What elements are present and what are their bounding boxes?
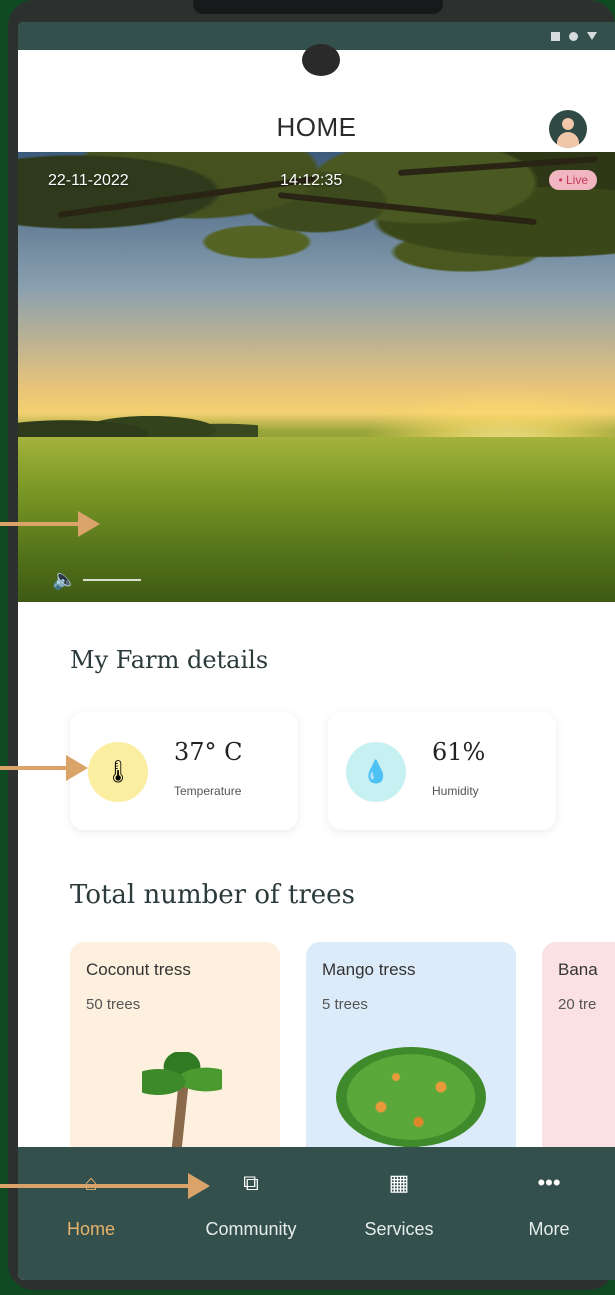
nav-services[interactable]: ▦ Services xyxy=(334,1167,464,1240)
nav-label: Home xyxy=(66,1219,115,1239)
tree-card-banana[interactable]: Bana 20 tre xyxy=(542,942,615,1182)
trees-heading: Total number of trees xyxy=(70,880,355,910)
tree-name: Coconut tress xyxy=(86,960,191,979)
signal-icon xyxy=(569,31,578,41)
humidity-card[interactable]: 💧 61% Humidity xyxy=(328,712,556,830)
humidity-value: 61% xyxy=(432,738,486,766)
phone-notch xyxy=(193,0,443,14)
live-video-feed[interactable]: 22-11-2022 14:12:35 • Live 🔈 xyxy=(18,152,615,602)
live-badge: • Live xyxy=(549,170,597,190)
thermometer-icon: 🌡 xyxy=(88,742,148,802)
tree-name: Mango tress xyxy=(322,960,416,979)
temperature-label: Temperature xyxy=(174,784,242,798)
avatar-body xyxy=(557,132,579,148)
volume-slider[interactable] xyxy=(82,578,141,581)
app-screen: HOME 22-11-2022 14:12:35 • Live 🔈 My Far… xyxy=(18,22,615,1280)
wifi-icon xyxy=(587,32,597,40)
battery-icon xyxy=(551,31,560,41)
palm-tree-icon xyxy=(142,1052,222,1102)
volume-control[interactable]: 🔈 xyxy=(52,567,141,592)
tree-count: 20 tre xyxy=(558,996,597,1013)
nav-home[interactable]: ⌂ Home xyxy=(26,1167,156,1240)
nav-label: More xyxy=(528,1219,570,1239)
annotation-arrow xyxy=(0,511,100,537)
nav-more[interactable]: ••• More xyxy=(484,1167,614,1240)
tree-card-coconut[interactable]: Coconut tress 50 trees xyxy=(70,942,280,1182)
tree-name: Bana xyxy=(558,960,598,979)
home-icon: ⌂ xyxy=(84,1170,98,1195)
tree-count: 50 trees xyxy=(86,996,141,1013)
store-icon: ▦ xyxy=(388,1170,410,1195)
mango-tree-icon xyxy=(336,1047,486,1147)
humidity-label: Humidity xyxy=(432,784,479,798)
water-drop-icon: 💧 xyxy=(346,742,406,802)
front-camera xyxy=(302,44,340,76)
nav-label: Services xyxy=(364,1219,434,1239)
feed-time: 14:12:35 xyxy=(280,172,343,189)
bottom-navigation: ⌂ Home ⧉ Community ▦ Services ••• More xyxy=(18,1147,615,1280)
phone-frame: HOME 22-11-2022 14:12:35 • Live 🔈 My Far… xyxy=(8,0,615,1290)
live-label: Live xyxy=(565,173,588,187)
avatar-head xyxy=(562,118,574,130)
speaker-icon[interactable]: 🔈 xyxy=(52,567,77,592)
tree-card-mango[interactable]: Mango tress 5 trees xyxy=(306,942,516,1182)
temperature-card[interactable]: 🌡 37° C Temperature xyxy=(70,712,298,830)
temperature-value: 37° C xyxy=(174,738,243,766)
tree-count: 5 trees xyxy=(322,996,368,1013)
farm-details-heading: My Farm details xyxy=(70,646,269,674)
page-title: HOME xyxy=(276,112,357,142)
annotation-arrow xyxy=(0,1173,210,1199)
feed-date: 22-11-2022 xyxy=(48,172,129,189)
annotation-arrow xyxy=(0,755,88,781)
distant-treeline xyxy=(18,402,258,442)
avatar[interactable] xyxy=(549,110,587,148)
more-icon: ••• xyxy=(537,1170,561,1195)
nav-label: Community xyxy=(205,1219,297,1239)
